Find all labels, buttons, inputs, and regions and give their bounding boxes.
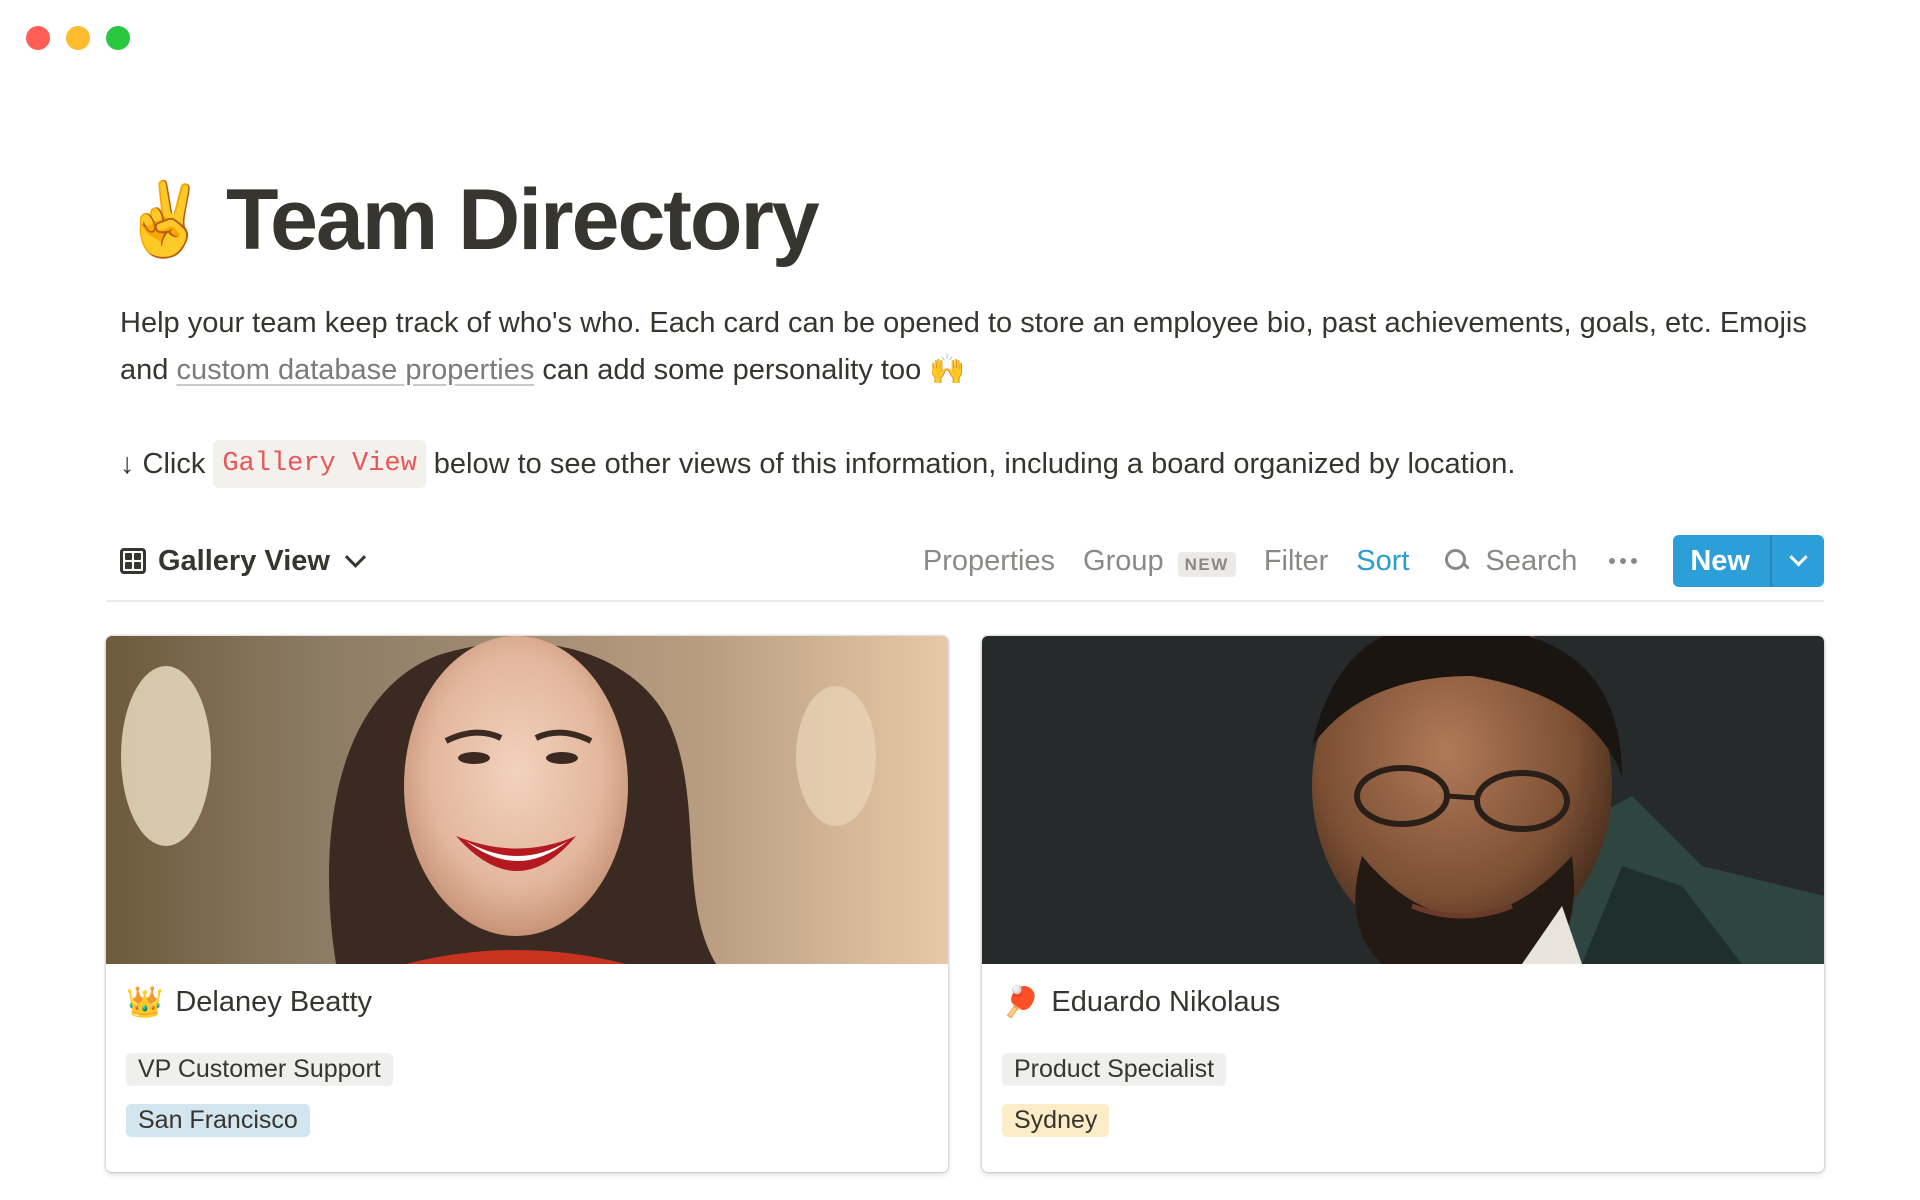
app-window: ✌️ Team Directory Help your team keep tr… xyxy=(0,0,1920,1200)
card-body: 🏓 Eduardo Nikolaus Product Specialist Sy… xyxy=(982,964,1824,1159)
sort-button[interactable]: Sort xyxy=(1356,545,1409,578)
properties-button[interactable]: Properties xyxy=(923,545,1055,578)
more-options-icon[interactable] xyxy=(1609,558,1638,564)
card-title: 👑 Delaney Beatty xyxy=(126,986,928,1019)
page-description: Help your team keep track of who's who. … xyxy=(120,300,1840,394)
view-selector[interactable]: Gallery View xyxy=(120,544,367,578)
card-cover-image xyxy=(982,636,1824,964)
view-label: Gallery View xyxy=(158,544,330,577)
down-arrow-icon: ↓ xyxy=(120,448,135,480)
minimize-window-button[interactable] xyxy=(66,26,90,50)
custom-properties-link[interactable]: custom database properties xyxy=(176,354,534,386)
crown-icon: 👑 xyxy=(126,985,164,1019)
new-badge: NEW xyxy=(1177,551,1236,577)
window-controls xyxy=(26,26,130,50)
database-toolbar: Gallery View Properties Group NEW Filter … xyxy=(106,522,1824,602)
page-title[interactable]: Team Directory xyxy=(226,177,820,263)
new-button[interactable]: New xyxy=(1673,535,1770,587)
search-icon xyxy=(1445,549,1471,573)
new-dropdown-button[interactable] xyxy=(1770,535,1824,587)
card-cover-image xyxy=(106,636,948,964)
ping-pong-icon: 🏓 xyxy=(1002,985,1040,1019)
gallery-card[interactable]: 🏓 Eduardo Nikolaus Product Specialist Sy… xyxy=(982,636,1824,1172)
description-text-end: can add some personality too xyxy=(534,354,922,386)
search-button[interactable]: Search xyxy=(1445,545,1577,578)
zoom-window-button[interactable] xyxy=(106,26,130,50)
raised-hands-icon: 🙌 xyxy=(929,354,966,386)
gallery-card[interactable]: 👑 Delaney Beatty VP Customer Support San… xyxy=(106,636,948,1172)
gallery-grid: 👑 Delaney Beatty VP Customer Support San… xyxy=(106,636,1824,1172)
chevron-down-icon xyxy=(344,546,367,568)
toolbar-actions: Properties Group NEW Filter Sort Search N… xyxy=(895,535,1824,587)
group-label: Group xyxy=(1083,544,1164,577)
gallery-grid-icon xyxy=(120,548,146,574)
chevron-down-icon xyxy=(1788,547,1808,566)
role-tag: Product Specialist xyxy=(1002,1053,1227,1086)
victory-hand-icon[interactable]: ✌️ xyxy=(120,184,210,256)
page-header: ✌️ Team Directory xyxy=(120,170,1820,270)
instruction-pre: Click xyxy=(142,448,206,480)
card-name: Eduardo Nikolaus xyxy=(1051,986,1281,1018)
card-name: Delaney Beatty xyxy=(175,986,373,1018)
group-button[interactable]: Group NEW xyxy=(1083,545,1236,578)
page-content: ✌️ Team Directory Help your team keep tr… xyxy=(120,170,1820,488)
filter-button[interactable]: Filter xyxy=(1264,545,1328,578)
close-window-button[interactable] xyxy=(26,26,50,50)
new-button-group: New xyxy=(1673,535,1824,587)
search-label: Search xyxy=(1485,544,1578,577)
role-tag: VP Customer Support xyxy=(126,1053,393,1086)
inline-code: Gallery View xyxy=(213,440,426,488)
location-tag: Sydney xyxy=(1002,1104,1110,1137)
location-tag: San Francisco xyxy=(126,1104,310,1137)
card-title: 🏓 Eduardo Nikolaus xyxy=(1002,986,1804,1019)
card-body: 👑 Delaney Beatty VP Customer Support San… xyxy=(106,964,948,1159)
instruction-post: below to see other views of this informa… xyxy=(433,448,1516,480)
instruction-line: ↓ Click Gallery View below to see other … xyxy=(120,440,1820,488)
